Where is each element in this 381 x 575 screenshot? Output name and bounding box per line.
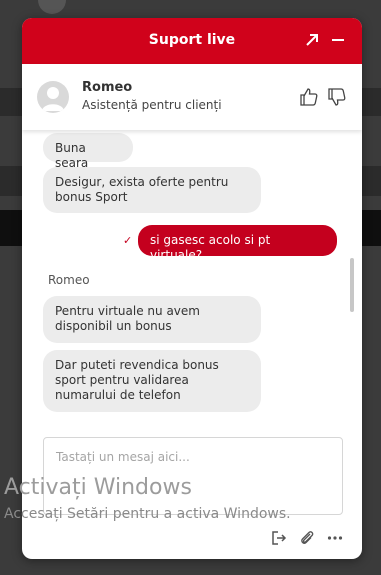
agent-card: Romeo Asistență pentru clienți xyxy=(22,64,362,130)
agent-name: Romeo xyxy=(82,80,133,95)
agent-message: Desigur, exista oferte pentru bonus Spor… xyxy=(43,167,261,213)
minimize-icon[interactable] xyxy=(328,30,348,50)
background-avatar xyxy=(38,0,66,14)
agent-avatar xyxy=(37,81,69,113)
message-sender: Romeo xyxy=(48,273,90,287)
thumbs-down-icon[interactable] xyxy=(326,86,348,108)
agent-message: Dar puteti revendica bonus sport pentru … xyxy=(43,350,261,412)
chat-header: Suport live xyxy=(22,18,362,64)
expand-icon[interactable] xyxy=(302,30,322,50)
agent-message: Pentru virtuale nu avem disponibil un bo… xyxy=(43,296,261,343)
message-input-box xyxy=(43,437,343,515)
agent-role: Asistență pentru clienți xyxy=(82,98,222,112)
user-message: si gasesc acolo si pt virtuale? xyxy=(138,225,337,262)
delivered-check-icon: ✓ xyxy=(123,234,133,247)
composer-actions xyxy=(270,529,344,549)
thumbs-up-icon[interactable] xyxy=(298,86,320,108)
agent-message: Buna seara xyxy=(43,133,133,170)
exit-chat-icon[interactable] xyxy=(270,529,288,547)
message-scrollbar[interactable] xyxy=(350,258,354,312)
live-support-widget: Suport live Romeo Asistență pentru clien… xyxy=(22,18,362,559)
more-options-icon[interactable] xyxy=(326,529,344,547)
message-list[interactable]: Buna seara Desigur, exista oferte pentru… xyxy=(22,130,362,420)
attachment-icon[interactable] xyxy=(298,529,316,547)
message-input[interactable] xyxy=(44,438,342,514)
